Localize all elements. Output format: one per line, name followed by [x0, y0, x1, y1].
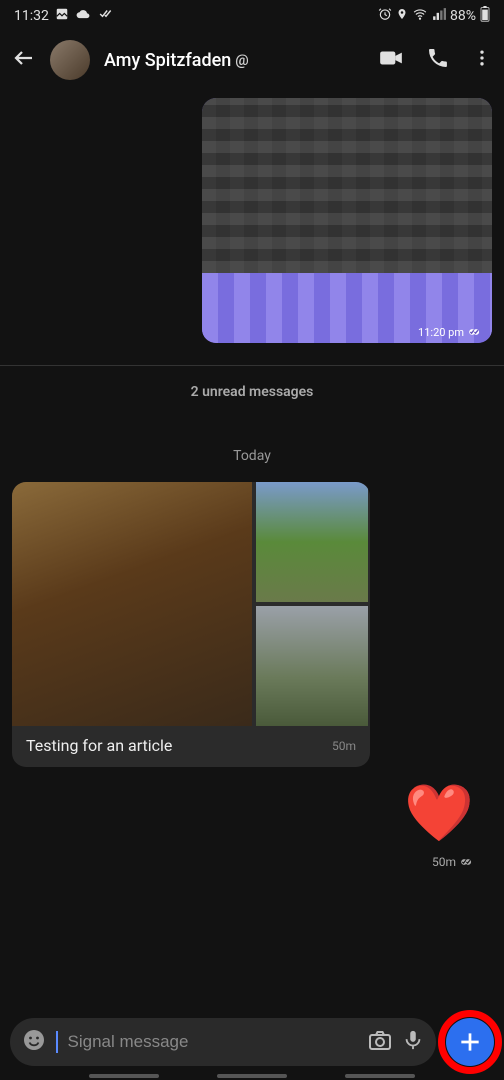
back-button[interactable] — [12, 46, 36, 74]
outgoing-caption-redacted: 11:20 pm — [202, 273, 492, 343]
gallery-icon — [55, 7, 69, 25]
verified-badge: @ — [235, 51, 248, 69]
status-right: 88% — [378, 6, 490, 26]
signal-icon — [432, 7, 446, 25]
emoji-button[interactable] — [22, 1028, 46, 1056]
message-composer — [10, 1018, 494, 1066]
wifi-icon — [412, 7, 428, 25]
video-call-button[interactable] — [378, 45, 404, 75]
text-cursor — [56, 1031, 58, 1053]
double-check-icon — [97, 7, 115, 25]
collage-image-3[interactable] — [256, 606, 368, 726]
battery-icon — [480, 6, 490, 26]
collage-image-2[interactable] — [256, 482, 368, 602]
reaction-time: 50m — [432, 855, 474, 869]
menu-button[interactable] — [472, 46, 492, 74]
attach-button[interactable] — [446, 1018, 494, 1066]
battery-percent: 88% — [450, 8, 476, 24]
status-time: 11:32 — [14, 8, 49, 24]
message-input[interactable] — [68, 1032, 359, 1052]
collage-image-1[interactable] — [12, 482, 252, 726]
heart-emoji[interactable]: ❤️ — [404, 785, 474, 841]
contact-name-text: Amy Spitzfaden — [104, 50, 231, 71]
read-receipt-icon — [468, 325, 482, 339]
read-receipt-icon — [460, 855, 474, 869]
outgoing-time-text: 11:20 pm — [418, 326, 464, 339]
incoming-message[interactable]: Testing for an article 50m — [12, 482, 370, 767]
voice-call-button[interactable] — [426, 46, 450, 74]
unread-messages-label: 2 unread messages — [12, 384, 492, 400]
outgoing-image-redacted — [202, 98, 492, 273]
incoming-caption: Testing for an article — [26, 736, 172, 755]
chat-header: Amy Spitzfaden @ — [0, 32, 504, 88]
nav-recents[interactable] — [89, 1074, 159, 1078]
nav-home[interactable] — [217, 1074, 287, 1078]
incoming-time: 50m — [332, 739, 356, 753]
chat-area[interactable]: 11:20 pm 2 unread messages Today Testing… — [0, 88, 504, 988]
alarm-icon — [378, 7, 392, 25]
reaction-time-text: 50m — [432, 855, 456, 869]
outgoing-reaction[interactable]: ❤️ 50m — [12, 785, 492, 869]
status-bar: 11:32 88% — [0, 0, 504, 32]
outgoing-time: 11:20 pm — [418, 325, 482, 339]
outgoing-message[interactable]: 11:20 pm — [202, 98, 492, 343]
camera-button[interactable] — [368, 1028, 392, 1056]
highlight-annotation — [438, 1010, 502, 1074]
status-left: 11:32 — [14, 7, 115, 25]
avatar[interactable] — [50, 40, 90, 80]
cloud-icon — [75, 7, 91, 25]
image-collage[interactable] — [12, 482, 370, 726]
location-icon — [396, 7, 408, 25]
mic-button[interactable] — [402, 1028, 424, 1056]
input-pill[interactable] — [10, 1018, 436, 1066]
divider — [0, 365, 504, 366]
nav-back[interactable] — [345, 1074, 415, 1078]
android-nav-bar — [0, 1074, 504, 1080]
contact-name[interactable]: Amy Spitzfaden @ — [104, 50, 364, 71]
date-label: Today — [12, 448, 492, 464]
